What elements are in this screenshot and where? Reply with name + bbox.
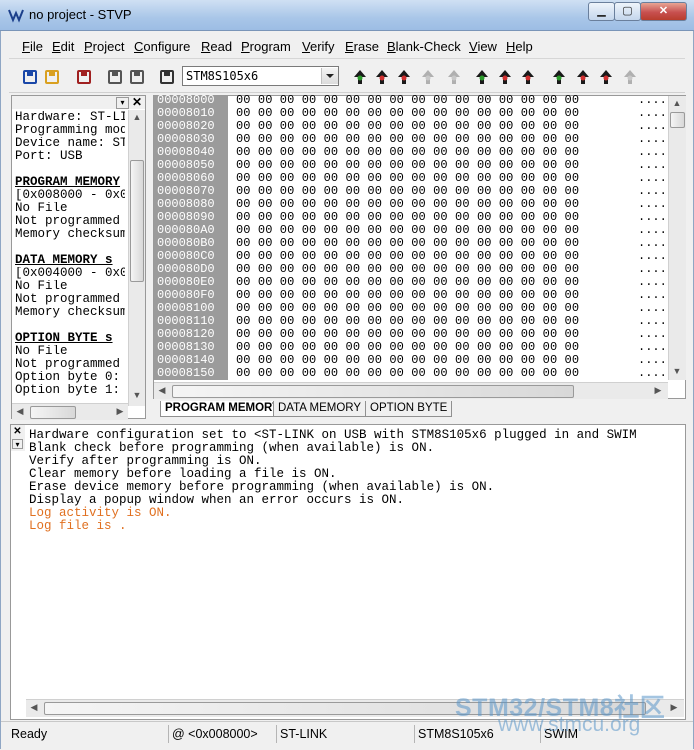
menu-view[interactable]: View bbox=[469, 39, 497, 54]
info-line: Not programmed bbox=[15, 358, 121, 371]
menu-erase[interactable]: Erase bbox=[345, 39, 379, 54]
log-pane-header: ✕ ▾ bbox=[11, 425, 25, 451]
verify-current-icon[interactable] bbox=[575, 69, 591, 85]
menu-verify[interactable]: Verify bbox=[302, 39, 335, 54]
info-line: Memory checksum bbox=[15, 228, 125, 241]
memory-row-ascii: .... bbox=[638, 366, 667, 380]
watermark-url: www.stmcu.org bbox=[498, 713, 641, 736]
scroll-down-icon[interactable]: ▼ bbox=[129, 390, 145, 400]
chevron-down-icon[interactable] bbox=[321, 68, 338, 84]
window-title: no project - STVP bbox=[29, 7, 132, 22]
read-icon[interactable] bbox=[396, 69, 412, 85]
tab-data-memory[interactable]: DATA MEMORY bbox=[273, 401, 367, 417]
log-line: Log file is . bbox=[29, 519, 127, 533]
info-pane-header: ▾ ✕ bbox=[12, 96, 145, 109]
dropdown-icon[interactable]: ▾ bbox=[12, 439, 23, 449]
verify-icon[interactable] bbox=[598, 69, 614, 85]
program-all-icon[interactable] bbox=[474, 69, 490, 85]
menu-blank-check[interactable]: Blank-Check bbox=[387, 39, 461, 54]
info-line: OPTION BYTE s bbox=[15, 332, 113, 345]
info-vertical-scrollbar[interactable]: ▲ ▼ bbox=[128, 110, 145, 406]
info-line: No File bbox=[15, 280, 68, 293]
close-button[interactable]: ✕ bbox=[640, 2, 687, 21]
scroll-left-icon[interactable]: ◀ bbox=[154, 385, 170, 396]
read-disabled-icon[interactable] bbox=[420, 69, 436, 85]
status-hardware: ST-LINK bbox=[276, 725, 414, 743]
menu-configure[interactable]: Configure bbox=[134, 39, 190, 54]
info-line: No File bbox=[15, 345, 68, 358]
scroll-left-icon[interactable]: ◀ bbox=[12, 406, 28, 417]
scroll-thumb[interactable] bbox=[670, 112, 685, 128]
info-line: [0x004000 - 0x0043FF] bbox=[15, 267, 125, 280]
open-icon[interactable] bbox=[44, 69, 60, 85]
menu-file[interactable]: File bbox=[22, 39, 43, 54]
stvp-app-icon bbox=[8, 9, 24, 23]
info-line: Option byte 0: bbox=[15, 371, 121, 384]
program-icon[interactable] bbox=[520, 69, 536, 85]
status-address: @ <0x008000> bbox=[168, 725, 276, 743]
scroll-right-icon[interactable]: ▶ bbox=[666, 702, 682, 713]
memory-address: 00008150 bbox=[157, 366, 215, 380]
info-line: Programming mode: SWIM bbox=[15, 124, 125, 137]
read-all-icon[interactable] bbox=[352, 69, 368, 85]
scroll-thumb[interactable] bbox=[172, 385, 574, 398]
read-disabled2-icon[interactable] bbox=[446, 69, 462, 85]
scroll-left-icon[interactable]: ◀ bbox=[26, 702, 42, 713]
info-line: Option byte 1: bbox=[15, 384, 121, 397]
device-select-value: STM8S105x6 bbox=[186, 69, 259, 83]
close-icon[interactable]: ✕ bbox=[12, 426, 23, 437]
scroll-thumb[interactable] bbox=[30, 406, 76, 419]
tab-option-byte[interactable]: OPTION BYTE bbox=[365, 401, 453, 417]
menu-help[interactable]: Help bbox=[506, 39, 533, 54]
memory-row-bytes[interactable]: 00 00 00 00 00 00 00 00 00 00 00 00 00 0… bbox=[236, 367, 579, 380]
maximize-button[interactable]: ▢ bbox=[614, 2, 641, 21]
memory-horizontal-scrollbar[interactable]: ◀ ▶ bbox=[154, 382, 668, 399]
scroll-up-icon[interactable]: ▲ bbox=[669, 98, 685, 108]
scroll-right-icon[interactable]: ▶ bbox=[650, 385, 666, 396]
dropdown-icon[interactable]: ▾ bbox=[116, 97, 129, 109]
paste-icon[interactable] bbox=[129, 69, 145, 85]
info-line: Hardware: ST-LINK bbox=[15, 111, 125, 124]
info-line: No File bbox=[15, 202, 68, 215]
menu-project[interactable]: Project bbox=[84, 39, 124, 54]
minimize-button[interactable]: ▁ bbox=[588, 2, 615, 21]
info-horizontal-scrollbar[interactable]: ◀ ▶ bbox=[12, 403, 128, 420]
info-line: Memory checksum bbox=[15, 306, 125, 319]
scroll-thumb[interactable] bbox=[130, 160, 144, 282]
copy-icon[interactable] bbox=[107, 69, 123, 85]
device-icon[interactable] bbox=[159, 69, 175, 85]
menu-program[interactable]: Program bbox=[241, 39, 291, 54]
memory-vertical-scrollbar[interactable]: ▲ ▼ bbox=[668, 96, 686, 380]
info-line: Device name: STM8S105x6 bbox=[15, 137, 125, 150]
read-current-icon[interactable] bbox=[374, 69, 390, 85]
verify-all-icon[interactable] bbox=[551, 69, 567, 85]
info-line: DATA MEMORY s bbox=[15, 254, 113, 267]
menu-edit[interactable]: Edit bbox=[52, 39, 74, 54]
info-line: Not programmed bbox=[15, 215, 121, 228]
program-current-icon[interactable] bbox=[497, 69, 513, 85]
info-line: Port: USB bbox=[15, 150, 83, 163]
menu-read[interactable]: Read bbox=[201, 39, 232, 54]
status-ready: Ready bbox=[11, 727, 48, 741]
scroll-right-icon[interactable]: ▶ bbox=[112, 406, 128, 417]
tab-program-memory[interactable]: PROGRAM MEMORY bbox=[160, 401, 285, 417]
save-icon[interactable] bbox=[22, 69, 38, 85]
info-line: PROGRAM MEMORY bbox=[15, 176, 121, 189]
info-line: [0x008000 - 0x00FFFF] bbox=[15, 189, 125, 202]
close-icon[interactable]: ✕ bbox=[131, 96, 143, 108]
verify-disabled-icon[interactable] bbox=[622, 69, 638, 85]
info-line: Not programmed bbox=[15, 293, 121, 306]
project-icon[interactable] bbox=[76, 69, 92, 85]
scroll-down-icon[interactable]: ▼ bbox=[669, 366, 685, 376]
scroll-up-icon[interactable]: ▲ bbox=[129, 112, 145, 122]
